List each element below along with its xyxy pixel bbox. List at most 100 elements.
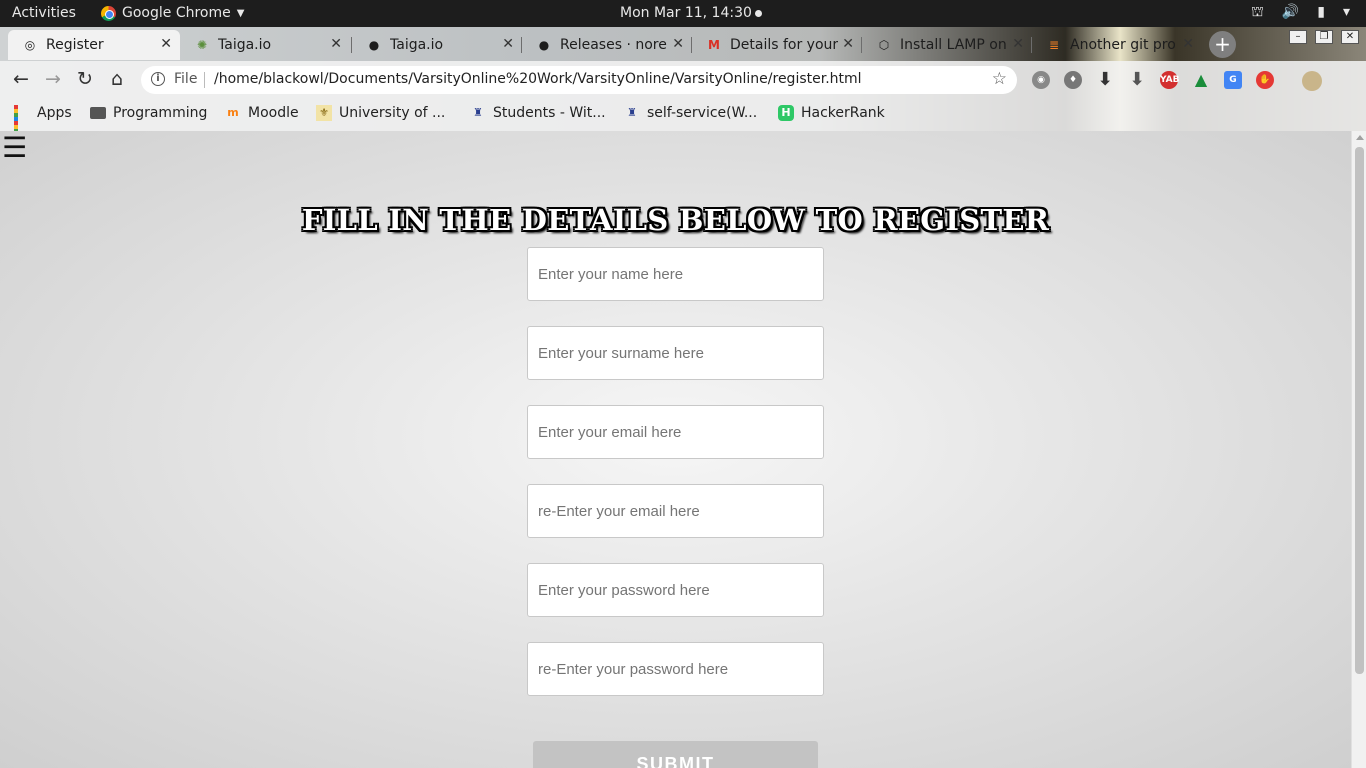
extension-icon[interactable]: ◉ (1032, 71, 1050, 89)
university-icon: ⚜ (316, 105, 332, 121)
bookmark-self-service[interactable]: ♜ self-service(W... (624, 105, 757, 121)
scroll-up-icon[interactable] (1356, 135, 1364, 140)
minimize-button[interactable]: – (1289, 30, 1307, 44)
hackerrank-icon: H (778, 105, 794, 121)
close-icon[interactable]: ✕ (502, 36, 514, 52)
bookmark-students-wits[interactable]: ♜ Students - Wit... (470, 105, 606, 121)
github-icon: ● (368, 38, 380, 52)
close-icon[interactable]: ✕ (1012, 36, 1024, 52)
close-icon[interactable]: ✕ (1182, 36, 1194, 52)
info-icon[interactable]: i (151, 72, 165, 86)
tab-title: Register (46, 37, 104, 53)
tab-taiga-1[interactable]: ✺ Taiga.io ✕ (180, 30, 350, 60)
menu-icon[interactable]: ☰ (2, 133, 27, 163)
bookmark-programming[interactable]: Programming (90, 105, 207, 121)
bookmark-university[interactable]: ⚜ University of ... (316, 105, 445, 121)
tab-releases[interactable]: ● Releases · norel ✕ (522, 30, 692, 60)
battery-icon: ▮ (1317, 4, 1325, 20)
translate-icon[interactable]: G (1224, 71, 1242, 89)
close-icon[interactable]: ✕ (330, 36, 342, 52)
tab-title: Install LAMP on (900, 37, 1007, 53)
bookmark-moodle[interactable]: m Moodle (225, 105, 299, 121)
app-menu-label: Google Chrome (122, 5, 231, 21)
wits-icon: ♜ (473, 106, 483, 119)
folder-icon (90, 107, 106, 119)
star-icon[interactable]: ☆ (992, 69, 1007, 89)
system-tray[interactable]: ⛫ 🔊 ▮ ▾ (1251, 4, 1350, 22)
system-clock[interactable]: Mon Mar 11, 14:30 (620, 5, 762, 21)
tab-install-lamp[interactable]: ⬡ Install LAMP on ✕ (862, 30, 1032, 60)
bookmark-label: HackerRank (801, 105, 885, 121)
page-viewport: ☰ FILL IN THE DETAILS BELOW TO REGISTER … (0, 131, 1351, 768)
bookmark-label: Moodle (248, 105, 299, 121)
chevron-down-icon: ▾ (1342, 4, 1350, 20)
stop-icon[interactable]: ✋ (1256, 71, 1274, 89)
surname-field[interactable] (527, 326, 824, 380)
taiga-icon: ✺ (196, 38, 208, 52)
chevron-down-icon: ▼ (236, 7, 245, 19)
volume-icon: 🔊 (1281, 4, 1300, 20)
page-title: FILL IN THE DETAILS BELOW TO REGISTER (301, 203, 1050, 237)
close-icon[interactable]: ✕ (160, 36, 172, 52)
clock-text: Mon Mar 11, 14:30 (620, 5, 752, 21)
back-button[interactable]: ← (10, 68, 32, 90)
submit-button[interactable]: SUBMIT (533, 741, 818, 768)
bookmark-label: Programming (113, 105, 208, 121)
network-icon: ⛫ (1250, 4, 1264, 20)
wits-icon: ♜ (627, 106, 637, 119)
email-field[interactable] (527, 405, 824, 459)
arrow-right-icon: → (45, 68, 61, 90)
system-top-bar: Activities Google Chrome ▼ Mon Mar 11, 1… (0, 0, 1366, 27)
github-icon: ● (538, 38, 550, 52)
drive-icon[interactable]: ▲ (1192, 71, 1210, 89)
bulb-icon[interactable]: ♦ (1064, 71, 1082, 89)
page-scrollbar[interactable] (1351, 131, 1366, 768)
download-icon[interactable]: ⬇ (1128, 71, 1146, 89)
bookmark-label: self-service(W... (647, 105, 758, 121)
reload-button[interactable]: ↻ (74, 68, 96, 90)
name-field[interactable] (527, 247, 824, 301)
close-icon[interactable]: ✕ (672, 36, 684, 52)
confirm-email-field[interactable] (527, 484, 824, 538)
tab-another-git[interactable]: ≣ Another git pro ✕ (1032, 30, 1202, 60)
tab-register[interactable]: ◎ Register ✕ (8, 30, 180, 60)
reload-icon: ↻ (77, 68, 93, 90)
tab-title: Taiga.io (390, 37, 444, 53)
maximize-button[interactable]: ❐ (1315, 30, 1333, 44)
moodle-icon: m (227, 106, 239, 119)
bookmarks-bar: Apps Programming m Moodle ⚜ University o… (0, 98, 1366, 141)
tab-taiga-2[interactable]: ● Taiga.io ✕ (352, 30, 522, 60)
tab-title: Another git pro (1070, 37, 1176, 53)
scrollbar-thumb[interactable] (1355, 147, 1364, 674)
address-bar[interactable]: i File /home/blackowl/Documents/VarsityO… (141, 66, 1017, 94)
close-icon[interactable]: ✕ (842, 36, 854, 52)
activities-button[interactable]: Activities (12, 5, 76, 21)
password-field[interactable] (527, 563, 824, 617)
url-text[interactable]: /home/blackowl/Documents/VarsityOnline%2… (214, 71, 862, 87)
stackoverflow-icon: ≣ (1048, 38, 1060, 52)
profile-avatar[interactable] (1302, 71, 1322, 91)
plus-icon: + (1214, 32, 1231, 56)
close-window-button[interactable]: ✕ (1341, 30, 1359, 44)
confirm-password-field[interactable] (527, 642, 824, 696)
globe-icon: ⬡ (878, 38, 890, 52)
download-icon[interactable]: ⬇ (1096, 71, 1114, 89)
forward-button[interactable]: → (42, 68, 64, 90)
apps-grid-icon (14, 105, 30, 141)
tab-title: Releases · norel (560, 37, 668, 53)
new-tab-button[interactable]: + (1209, 31, 1236, 58)
page-icon: ◎ (24, 38, 36, 52)
home-button[interactable]: ⌂ (106, 68, 128, 90)
tab-title: Details for your (730, 37, 838, 53)
adblock-icon[interactable]: YAB (1160, 71, 1179, 89)
app-menu[interactable]: Google Chrome ▼ (101, 5, 244, 21)
home-icon: ⌂ (110, 68, 124, 90)
bookmark-label: Apps (37, 105, 72, 121)
chrome-icon (101, 5, 116, 21)
tab-gmail[interactable]: M Details for your ✕ (692, 30, 862, 60)
gmail-icon: M (708, 38, 720, 52)
bookmark-apps[interactable]: Apps (14, 105, 72, 141)
tab-title: Taiga.io (218, 37, 272, 53)
scheme-label: File (174, 71, 198, 87)
bookmark-hackerrank[interactable]: H HackerRank (778, 105, 885, 121)
